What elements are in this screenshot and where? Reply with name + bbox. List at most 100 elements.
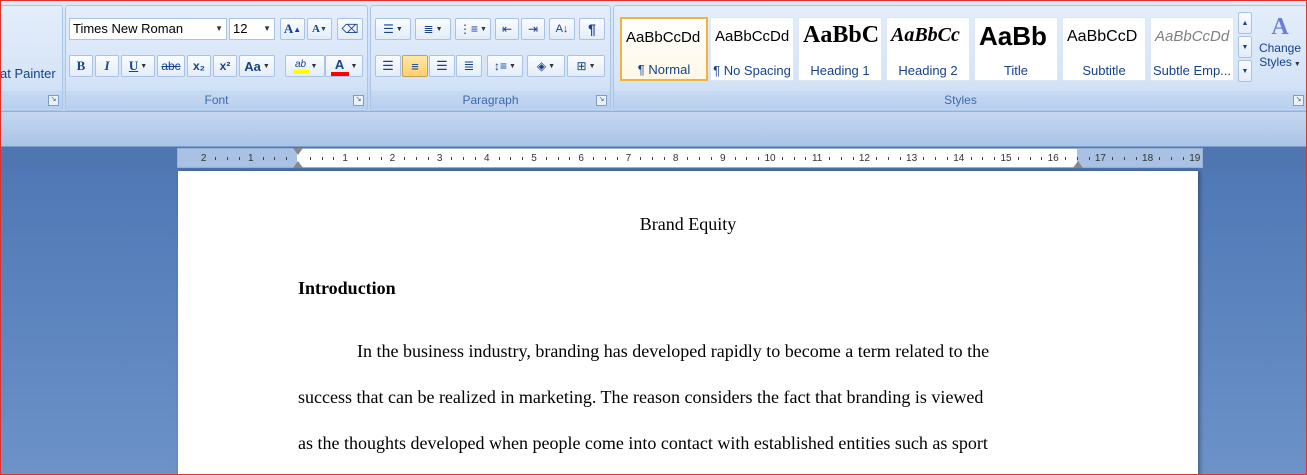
highlight-button[interactable]: ab ▼ [285,55,325,77]
font-size-combo[interactable]: 12 ▼ [229,18,275,40]
underline-button[interactable]: U ▼ [121,55,155,77]
style-no-spacing[interactable]: AaBbCcDd ¶ No Spacing [710,17,794,81]
gallery-more-button[interactable]: ▼ [1238,60,1252,82]
chevron-down-icon[interactable]: ▼ [263,63,270,70]
gallery-scroll-down-button[interactable]: ▼ [1238,36,1252,58]
chevron-down-icon[interactable]: ▼ [311,63,318,70]
ruler-tick-mark [899,157,901,160]
ruler-tick-mark [451,157,453,160]
justify-icon: ≣ [463,58,475,73]
bold-button[interactable]: B [69,55,93,77]
chevron-down-icon[interactable]: ▼ [263,19,271,39]
ruler-tick-label: 19 [1189,153,1201,164]
chevron-down-icon[interactable]: ▼ [396,26,403,33]
chevron-down-icon[interactable]: ▼ [509,63,516,70]
ruler-tick-mark [970,157,972,160]
style-name: Subtitle [1082,63,1126,78]
style-sample: AaBbCcDd [715,28,790,45]
ruler-tick-mark [640,157,642,160]
style-name: ¶ Normal [637,62,691,77]
paragraph-line: as the thoughts developed when people co… [298,433,988,453]
superscript-button[interactable]: x² [213,55,237,77]
paragraph-dialog-launcher[interactable]: ↘ [596,95,607,106]
align-right-button[interactable]: ☰ [429,55,455,77]
left-indent-marker[interactable] [293,161,303,168]
font-group: Times New Roman ▼ 12 ▼ A ▲ A ▼ ⌫ B I U ▼… [65,5,368,111]
ruler-tick-mark [286,157,288,160]
chevron-down-icon[interactable]: ▼ [215,19,223,39]
first-line-indent-marker[interactable] [293,148,303,155]
justify-button[interactable]: ≣ [456,55,482,77]
ruler-tick-mark [852,157,854,160]
right-indent-marker[interactable] [1073,161,1083,168]
style-sample: AaBbCcDd [1155,28,1230,45]
style-heading-2[interactable]: AaBbCc Heading 2 [886,17,970,81]
ruler-tick-mark [1171,157,1173,160]
style-subtle-emphasis[interactable]: AaBbCcDd Subtle Emp... [1150,17,1234,81]
chevron-down-icon: ▼ [1293,61,1301,68]
style-name: Subtle Emp... [1152,63,1232,78]
shrink-font-button[interactable]: A ▼ [307,18,332,40]
style-normal[interactable]: AaBbCcDd ¶ Normal [620,17,708,81]
increase-indent-button[interactable]: ⇥ [521,18,545,40]
borders-icon: ⊞ [576,59,587,73]
show-formatting-button[interactable]: ¶ [579,18,605,40]
ruler-tick-label: 18 [1142,153,1154,164]
subscript-button[interactable]: x₂ [187,55,211,77]
numbering-button[interactable]: ≣ ▼ [415,18,451,40]
superscript-icon: x² [219,59,231,73]
ruler-tick-mark [274,157,276,160]
change-styles-icon: A [1271,14,1289,40]
align-left-button[interactable]: ☰ [375,55,401,77]
horizontal-ruler[interactable]: 2 1 1 2 3 4 5 6 7 8 9 10 11 12 13 14 15 16 17 18 19 [177,148,1203,168]
bullets-button[interactable]: ☰ ▼ [375,18,411,40]
ruler-tick-mark [923,157,925,160]
font-color-button[interactable]: A ▼ [325,55,363,77]
decrease-indent-button[interactable]: ⇤ [495,18,519,40]
chevron-down-icon[interactable]: ▼ [436,26,443,33]
ruler-tick-mark [262,157,264,160]
format-painter-button[interactable]: at Painter [1,66,56,81]
chevron-down-icon[interactable]: ▼ [548,63,555,70]
chevron-down-icon[interactable]: ▼ [351,63,358,70]
shrink-font-icon: A [312,23,320,35]
font-family-combo[interactable]: Times New Roman ▼ [69,18,227,40]
chevron-down-icon[interactable]: ▼ [140,63,147,70]
gallery-scroll-up-button[interactable]: ▲ [1238,12,1252,34]
document-heading: Introduction [298,278,396,298]
ruler-tick-mark [357,157,358,160]
bold-icon: B [76,58,86,73]
document-page[interactable]: Brand Equity Introduction In the busines… [178,171,1198,474]
multilevel-list-button[interactable]: ⋮≡ ▼ [455,18,491,40]
change-case-button[interactable]: Aa ▼ [239,55,275,77]
align-center-button[interactable]: ≡ [402,55,428,77]
italic-button[interactable]: I [95,55,119,77]
style-sample: AaBbCc [891,24,960,46]
line-spacing-button[interactable]: ↕≡ ▼ [487,55,523,77]
clear-formatting-button[interactable]: ⌫ [337,18,363,40]
clipboard-dialog-launcher[interactable]: ↘ [48,95,59,106]
ruler-tick-mark [321,157,323,160]
borders-button[interactable]: ⊞ ▼ [567,55,605,77]
style-heading-1[interactable]: AaBbC Heading 1 [798,17,882,81]
ruler-tick-label: 8 [672,153,679,164]
font-dialog-launcher[interactable]: ↘ [353,95,364,106]
style-subtitle[interactable]: AaBbCcD Subtitle [1062,17,1146,81]
shading-button[interactable]: ◈ ▼ [527,55,565,77]
ruler-tick-label: 5 [531,153,537,164]
chevron-down-icon[interactable]: ▼ [589,63,596,70]
chevron-down-icon[interactable]: ▼ [480,26,487,33]
style-title[interactable]: AaBb Title [974,17,1058,81]
strikethrough-button[interactable]: abc [157,55,185,77]
sort-button[interactable]: A↓ [549,18,575,40]
grow-font-button[interactable]: A ▲ [280,18,305,40]
ruler-tick-mark [545,157,547,160]
underline-icon: U [128,58,139,73]
ribbon: at Painter ↘ Times New Roman ▼ 12 ▼ A ▲ A… [1,1,1306,112]
change-case-icon: Aa [244,58,261,74]
ruler-tick-label: 14 [953,153,965,164]
style-name: ¶ No Spacing [713,63,791,78]
pilcrow-icon: ¶ [588,21,596,37]
change-styles-button[interactable]: A Change Styles ▼ [1256,10,1304,88]
styles-dialog-launcher[interactable]: ↘ [1293,95,1304,106]
